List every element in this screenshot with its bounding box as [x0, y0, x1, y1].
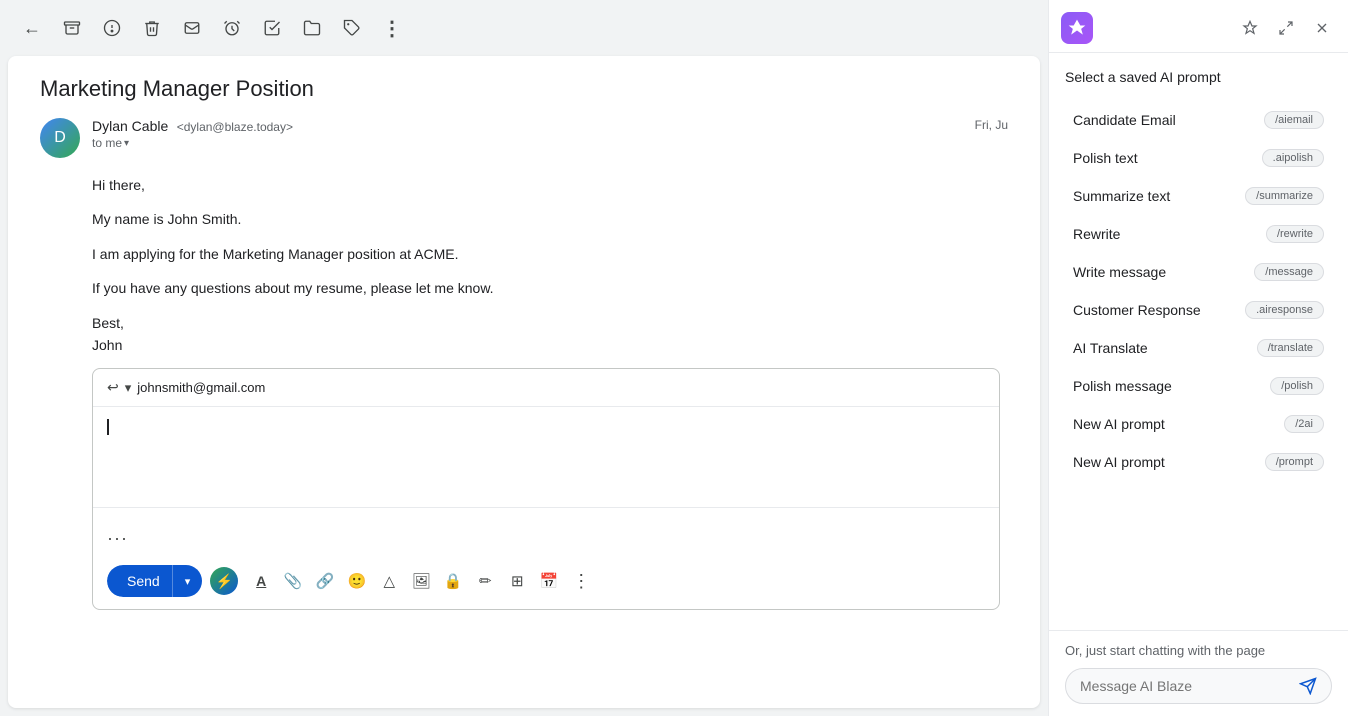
email-header: D Dylan Cable <dylan@blaze.today> to me … [40, 118, 1008, 158]
prompt-item-customer-response[interactable]: Customer Response .airesponse [1065, 291, 1332, 329]
schedule-send-icon[interactable]: 📅 [534, 566, 564, 596]
ai-sidebar: Select a saved AI prompt Candidate Email… [1048, 0, 1348, 716]
email-subject: Marketing Manager Position [40, 76, 1008, 102]
label-icon[interactable] [336, 12, 368, 44]
reply-toolbar: A 📎 🔗 🙂 △ 🖼 🔒 ✏ ⊞ 📅 ⋮ [246, 566, 596, 596]
body-line-2: My name is John Smith. [92, 208, 1008, 230]
prompt-item-new-ai-1[interactable]: New AI prompt /2ai [1065, 405, 1332, 443]
prompt-name-polish-text: Polish text [1073, 150, 1138, 166]
table-icon[interactable]: ⊞ [502, 566, 532, 596]
sidebar-title: Select a saved AI prompt [1065, 69, 1332, 85]
send-button[interactable]: Send [107, 565, 172, 597]
prompt-list: Candidate Email /aiemail Polish text .ai… [1065, 101, 1332, 481]
prompt-name-new-ai-1: New AI prompt [1073, 416, 1165, 432]
body-line-1: Hi there, [92, 174, 1008, 196]
prompt-name-ai-translate: AI Translate [1073, 340, 1148, 356]
reply-to-address: johnsmith@gmail.com [137, 380, 265, 395]
sidebar-content: Select a saved AI prompt Candidate Email… [1049, 53, 1348, 630]
more-options-icon[interactable]: ⋮ [566, 566, 596, 596]
prompt-tag-rewrite: /rewrite [1266, 225, 1324, 243]
body-line-3: I am applying for the Marketing Manager … [92, 243, 1008, 265]
email-meta: Dylan Cable <dylan@blaze.today> to me ▾ [92, 118, 975, 150]
prompt-item-write-message[interactable]: Write message /message [1065, 253, 1332, 291]
prompt-tag-customer-response: .airesponse [1245, 301, 1324, 319]
sender-email: <dylan@blaze.today> [177, 120, 293, 134]
text-cursor [107, 419, 109, 435]
email-body: Hi there, My name is John Smith. I am ap… [92, 174, 1008, 356]
prompt-name-candidate-email: Candidate Email [1073, 112, 1176, 128]
prompt-name-rewrite: Rewrite [1073, 226, 1120, 242]
close-icon[interactable] [1308, 14, 1336, 42]
email-toolbar: ← ⋮ [0, 0, 1048, 56]
prompt-tag-ai-translate: /translate [1257, 339, 1324, 357]
prompt-tag-polish-text: .aipolish [1262, 149, 1324, 167]
emoji-icon[interactable]: 🙂 [342, 566, 372, 596]
delete-icon[interactable] [136, 12, 168, 44]
sender-avatar: D [40, 118, 80, 158]
task-icon[interactable] [256, 12, 288, 44]
blaze-compose-icon[interactable]: ⚡ [210, 567, 238, 595]
chat-input-area [1065, 668, 1332, 704]
reply-footer [93, 507, 999, 524]
report-icon[interactable] [96, 12, 128, 44]
to-me-label[interactable]: to me ▾ [92, 136, 975, 150]
photo-icon[interactable]: 🖼 [406, 566, 436, 596]
link-icon[interactable]: 🔗 [310, 566, 340, 596]
send-row: Send ▾ ⚡ A 📎 🔗 🙂 △ 🖼 🔒 ✏ ⊞ 📅 ⋮ [93, 557, 999, 609]
prompt-tag-polish-message: /polish [1270, 377, 1324, 395]
body-line-5: Best,John [92, 312, 1008, 357]
signature-icon[interactable]: ✏ [470, 566, 500, 596]
reply-expand-icon[interactable]: ▾ [125, 380, 132, 396]
prompt-tag-write-message: /message [1254, 263, 1324, 281]
back-icon[interactable]: ← [16, 12, 48, 44]
expand-icon[interactable] [1272, 14, 1300, 42]
mark-unread-icon[interactable] [176, 12, 208, 44]
snooze-icon[interactable] [216, 12, 248, 44]
more-icon[interactable]: ⋮ [376, 12, 408, 44]
prompt-item-summarize[interactable]: Summarize text /summarize [1065, 177, 1332, 215]
prompt-tag-new-ai-1: /2ai [1284, 415, 1324, 433]
expand-quoted-icon[interactable]: ··· [107, 528, 128, 548]
attach-file-icon[interactable]: 📎 [278, 566, 308, 596]
sidebar-top-bar [1049, 0, 1348, 53]
prompt-name-polish-message: Polish message [1073, 378, 1172, 394]
ai-blaze-logo [1061, 12, 1093, 44]
prompt-tag-summarize: /summarize [1245, 187, 1324, 205]
ellipsis-row: ··· [93, 524, 999, 557]
send-dropdown-button[interactable]: ▾ [172, 565, 203, 597]
reply-body[interactable] [93, 407, 999, 507]
reply-arrow-icon: ↩ [107, 379, 119, 396]
sidebar-bottom: Or, just start chatting with the page [1049, 630, 1348, 716]
prompt-item-new-ai-2[interactable]: New AI prompt /prompt [1065, 443, 1332, 481]
reply-area: ↩ ▾ johnsmith@gmail.com ··· Send ▾ [92, 368, 1000, 610]
email-container: Marketing Manager Position D Dylan Cable… [8, 56, 1040, 708]
prompt-name-summarize: Summarize text [1073, 188, 1170, 204]
prompt-tag-candidate-email: /aiemail [1264, 111, 1324, 129]
lock-icon[interactable]: 🔒 [438, 566, 468, 596]
body-line-4: If you have any questions about my resum… [92, 277, 1008, 299]
folder-icon[interactable] [296, 12, 328, 44]
prompt-tag-new-ai-2: /prompt [1265, 453, 1324, 471]
prompt-item-rewrite[interactable]: Rewrite /rewrite [1065, 215, 1332, 253]
chat-label: Or, just start chatting with the page [1065, 643, 1332, 658]
prompt-item-candidate-email[interactable]: Candidate Email /aiemail [1065, 101, 1332, 139]
archive-icon[interactable] [56, 12, 88, 44]
prompt-name-write-message: Write message [1073, 264, 1166, 280]
email-date: Fri, Ju [975, 118, 1008, 132]
main-area: ← ⋮ Marketing Manager Position [0, 0, 1048, 716]
sender-info: Dylan Cable <dylan@blaze.today> [92, 118, 975, 136]
chat-send-button[interactable] [1299, 677, 1317, 695]
prompt-item-polish-text[interactable]: Polish text .aipolish [1065, 139, 1332, 177]
sender-name: Dylan Cable [92, 118, 168, 134]
prompt-name-customer-response: Customer Response [1073, 302, 1201, 318]
prompt-name-new-ai-2: New AI prompt [1073, 454, 1165, 470]
send-button-group: Send ▾ [107, 565, 202, 597]
pin-icon[interactable] [1236, 14, 1264, 42]
format-text-icon[interactable]: A [246, 566, 276, 596]
prompt-item-ai-translate[interactable]: AI Translate /translate [1065, 329, 1332, 367]
reply-header: ↩ ▾ johnsmith@gmail.com [93, 369, 999, 407]
drive-icon[interactable]: △ [374, 566, 404, 596]
prompt-item-polish-message[interactable]: Polish message /polish [1065, 367, 1332, 405]
chat-input[interactable] [1080, 678, 1299, 694]
